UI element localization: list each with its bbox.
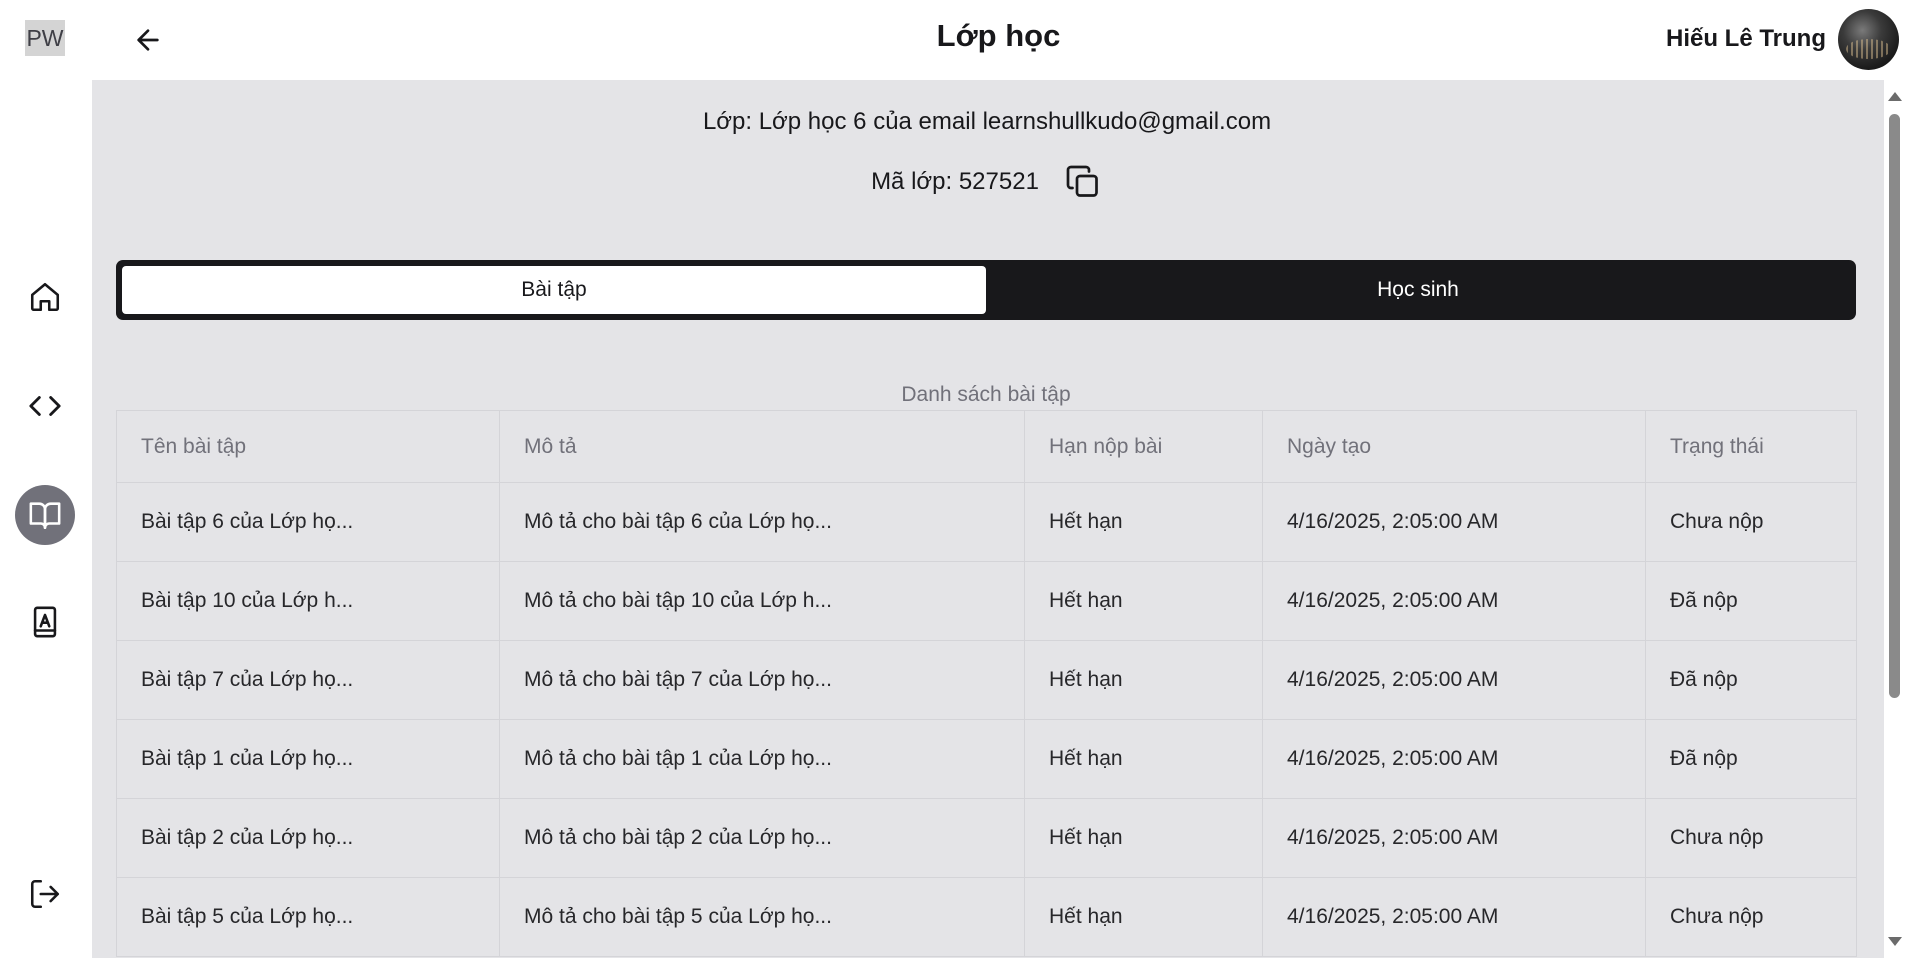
main-content: Lớp: Lớp học 6 của email learnshullkudo@… xyxy=(92,80,1884,958)
cell-name: Bài tập 2 của Lớp họ... xyxy=(116,798,500,878)
scrollbar-thumb[interactable] xyxy=(1889,114,1900,698)
avatar[interactable] xyxy=(1838,8,1899,70)
arrow-left-icon xyxy=(137,29,159,51)
column-header-created[interactable]: Ngày tạo xyxy=(1262,410,1646,483)
table-row[interactable]: Bài tập 10 của Lớp h... Mô tả cho bài tậ… xyxy=(116,561,1857,641)
page-scrollbar[interactable] xyxy=(1884,80,1905,958)
cell-status: Chưa nộp xyxy=(1645,482,1857,562)
cell-created: 4/16/2025, 2:05:00 AM xyxy=(1262,877,1646,957)
code-icon xyxy=(29,396,61,416)
class-name-label: Lớp: Lớp học 6 của email learnshullkudo@… xyxy=(702,108,1272,135)
scroll-up-arrow-icon[interactable] xyxy=(1888,92,1902,101)
cell-status: Đã nộp xyxy=(1645,561,1857,641)
cell-name: Bài tập 5 của Lớp họ... xyxy=(116,877,500,957)
table-row[interactable]: Bài tập 6 của Lớp họ... Mô tả cho bài tậ… xyxy=(116,482,1857,562)
class-code-row: Mã lớp: 527521 xyxy=(92,162,1882,202)
nav-classes-button[interactable] xyxy=(15,485,75,545)
cell-deadline: Hết hạn xyxy=(1024,482,1263,562)
page-title: Lớp học xyxy=(936,18,1061,53)
cell-status: Chưa nộp xyxy=(1645,877,1857,957)
class-code-label: Mã lớp: 527521 xyxy=(871,168,1039,195)
table-header-row: Tên bài tập Mô tả Hạn nộp bài Ngày tạo T… xyxy=(116,410,1857,483)
table-caption: Danh sách bài tập xyxy=(901,383,1071,406)
cell-description: Mô tả cho bài tập 10 của Lớp h... xyxy=(499,561,1025,641)
book-user-icon xyxy=(33,606,57,638)
nav-home-button[interactable] xyxy=(15,267,75,327)
column-header-name[interactable]: Tên bài tập xyxy=(116,410,500,483)
column-header-deadline[interactable]: Hạn nộp bài xyxy=(1024,410,1263,483)
book-open-icon xyxy=(29,502,61,530)
user-menu[interactable]: Hiếu Lê Trung xyxy=(1666,8,1905,70)
nav-profile-book-button[interactable] xyxy=(15,592,75,652)
tab-students[interactable]: Học sinh xyxy=(986,266,1850,314)
cell-description: Mô tả cho bài tập 7 của Lớp họ... xyxy=(499,640,1025,720)
cell-deadline: Hết hạn xyxy=(1024,640,1263,720)
table-row[interactable]: Bài tập 1 của Lớp họ... Mô tả cho bài tậ… xyxy=(116,719,1857,799)
top-bar: Lớp học Hiếu Lê Trung xyxy=(92,0,1905,80)
cell-description: Mô tả cho bài tập 5 của Lớp họ... xyxy=(499,877,1025,957)
cell-deadline: Hết hạn xyxy=(1024,877,1263,957)
tab-bar: Bài tập Học sinh xyxy=(116,260,1856,320)
table-row[interactable]: Bài tập 5 của Lớp họ... Mô tả cho bài tậ… xyxy=(116,877,1857,957)
copy-code-button[interactable] xyxy=(1063,162,1103,202)
tab-assignments[interactable]: Bài tập xyxy=(122,266,986,314)
back-button[interactable] xyxy=(128,20,168,60)
cell-status: Đã nộp xyxy=(1645,640,1857,720)
copy-icon xyxy=(1066,165,1098,197)
cell-name: Bài tập 10 của Lớp h... xyxy=(116,561,500,641)
cell-created: 4/16/2025, 2:05:00 AM xyxy=(1262,640,1646,720)
cell-created: 4/16/2025, 2:05:00 AM xyxy=(1262,561,1646,641)
cell-name: Bài tập 7 của Lớp họ... xyxy=(116,640,500,720)
logout-icon xyxy=(30,879,60,909)
column-header-description[interactable]: Mô tả xyxy=(499,410,1025,483)
cell-description: Mô tả cho bài tập 2 của Lớp họ... xyxy=(499,798,1025,878)
cell-status: Chưa nộp xyxy=(1645,798,1857,878)
scroll-down-arrow-icon[interactable] xyxy=(1888,937,1902,946)
sidebar: PW xyxy=(0,0,92,958)
app-logo[interactable]: PW xyxy=(25,20,65,56)
column-header-status[interactable]: Trạng thái xyxy=(1645,410,1857,483)
table-row[interactable]: Bài tập 2 của Lớp họ... Mô tả cho bài tậ… xyxy=(116,798,1857,878)
user-name: Hiếu Lê Trung xyxy=(1665,25,1826,52)
cell-deadline: Hết hạn xyxy=(1024,798,1263,878)
cell-name: Bài tập 6 của Lớp họ... xyxy=(116,482,500,562)
nav-code-button[interactable] xyxy=(15,376,75,436)
cell-created: 4/16/2025, 2:05:00 AM xyxy=(1262,719,1646,799)
cell-description: Mô tả cho bài tập 6 của Lớp họ... xyxy=(499,482,1025,562)
cell-name: Bài tập 1 của Lớp họ... xyxy=(116,719,500,799)
cell-deadline: Hết hạn xyxy=(1024,561,1263,641)
cell-created: 4/16/2025, 2:05:00 AM xyxy=(1262,798,1646,878)
table-row[interactable]: Bài tập 7 của Lớp họ... Mô tả cho bài tậ… xyxy=(116,640,1857,720)
cell-description: Mô tả cho bài tập 1 của Lớp họ... xyxy=(499,719,1025,799)
cell-deadline: Hết hạn xyxy=(1024,719,1263,799)
logout-button[interactable] xyxy=(15,864,75,924)
cell-created: 4/16/2025, 2:05:00 AM xyxy=(1262,482,1646,562)
assignments-table: Tên bài tập Mô tả Hạn nộp bài Ngày tạo T… xyxy=(116,410,1857,957)
home-icon xyxy=(30,282,60,312)
cell-status: Đã nộp xyxy=(1645,719,1857,799)
